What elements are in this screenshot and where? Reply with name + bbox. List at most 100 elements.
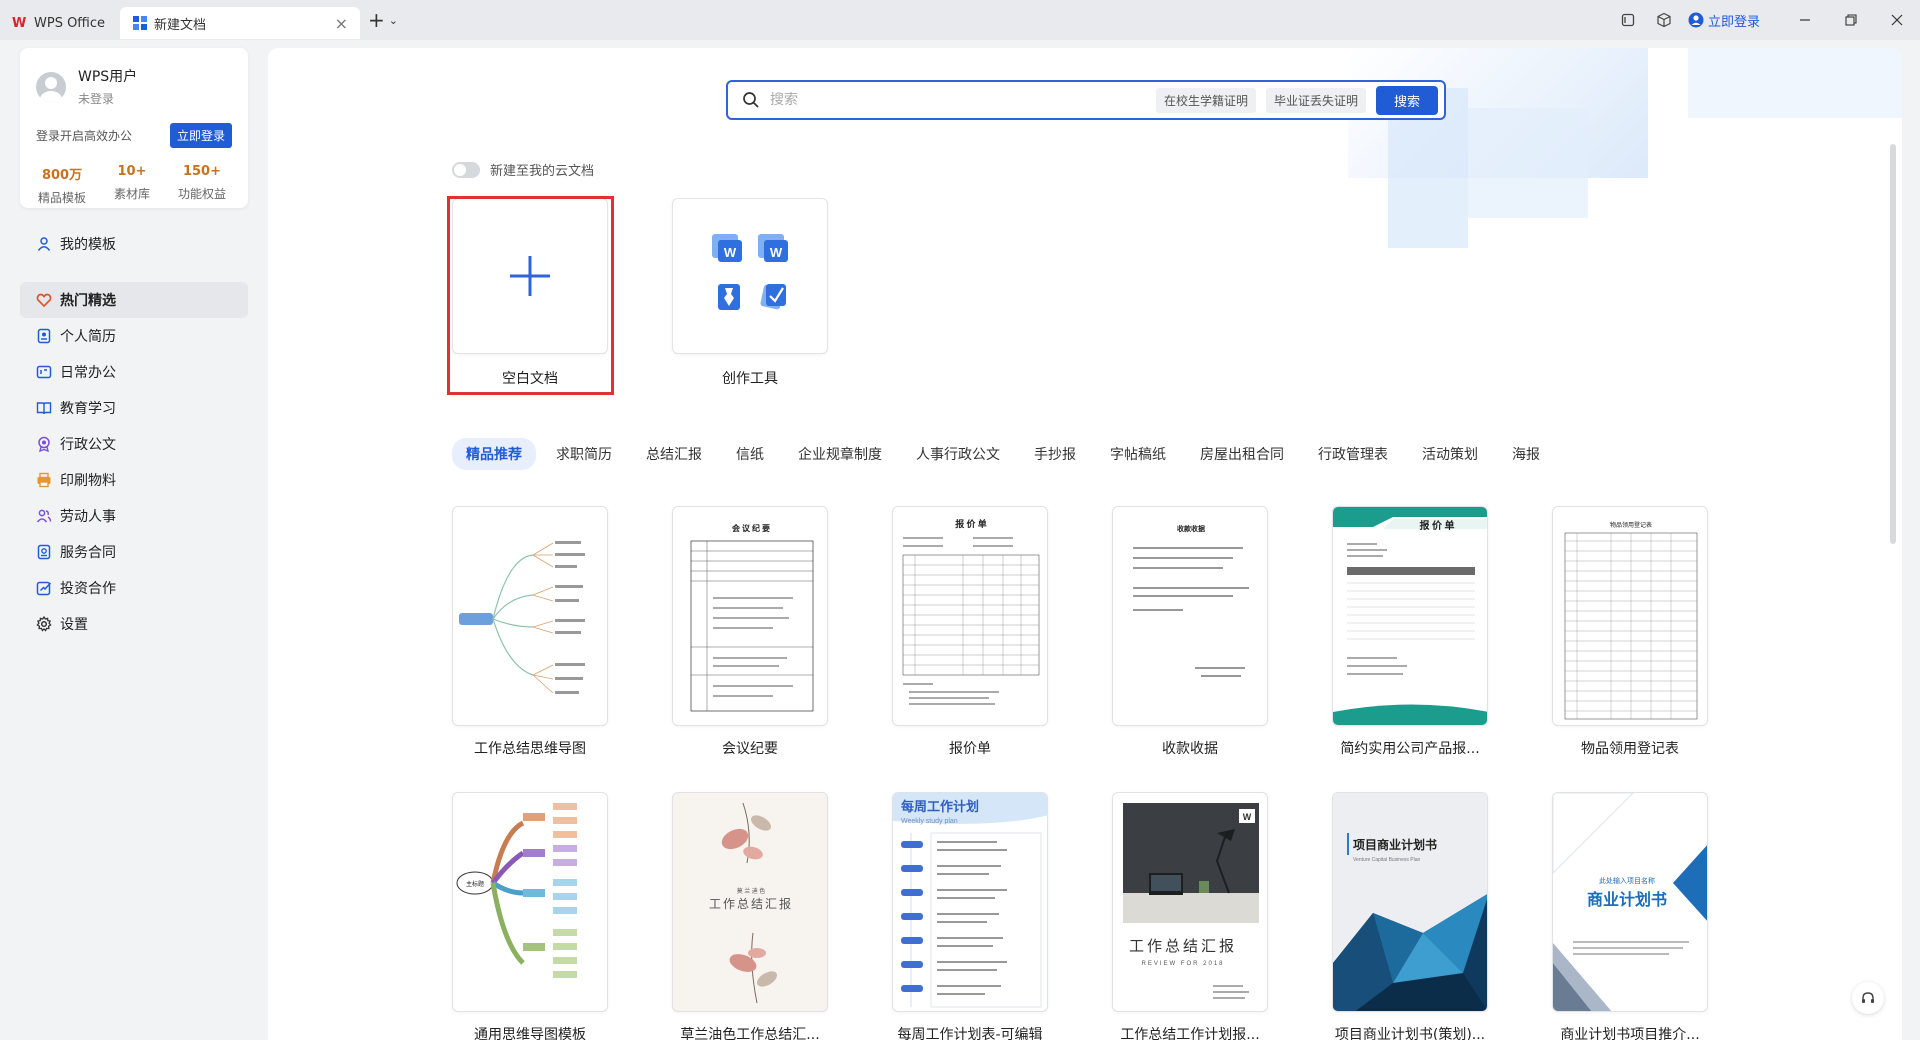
user-status: 未登录 (78, 92, 115, 106)
template-thumbnail[interactable]: 报 价 单 (892, 506, 1048, 726)
window-icon[interactable] (1612, 4, 1644, 36)
cloud-doc-toggle[interactable] (452, 161, 480, 178)
chevron-down-icon: ⌄ (388, 13, 398, 27)
sidebar-item-label: 设置 (60, 617, 88, 633)
heart-icon (36, 292, 52, 308)
close-tab-icon[interactable]: × (335, 14, 348, 33)
template-thumbnail[interactable]: 主标题 (452, 792, 608, 1012)
cloud-doc-toggle-label: 新建至我的云文档 (490, 164, 595, 179)
restore-button[interactable] (1828, 0, 1874, 40)
minimize-button[interactable] (1782, 0, 1828, 40)
sidebar-item-label: 日常办公 (60, 365, 116, 381)
sidebar-item-label: 服务合同 (60, 545, 116, 561)
sidebar-item-my-templates[interactable]: 我的模板 (20, 226, 248, 262)
template-card[interactable]: W 工作总结汇报 REVIEW FOR 2018 工作总结工作计划报... (1112, 792, 1268, 1040)
category-tab[interactable]: 企业规章制度 (784, 438, 896, 470)
template-card[interactable]: 会 议 纪 要 会议纪要 (672, 506, 828, 758)
stat-templates[interactable]: 800万 精品模板 (38, 164, 86, 206)
category-tab[interactable]: 房屋出租合同 (1186, 438, 1298, 470)
template-card[interactable]: 报 价 单 报价单 (892, 506, 1048, 758)
template-card[interactable]: 报 价 单 简约实用公司产品报... (1332, 506, 1488, 758)
template-card[interactable]: 每周工作计划 Weekly study plan 每周工作计划表-可编辑 (892, 792, 1048, 1040)
svg-text:W: W (1243, 812, 1252, 822)
scrollbar[interactable] (1890, 144, 1896, 544)
grid-icon (133, 16, 147, 30)
cube-icon[interactable] (1648, 4, 1680, 36)
template-thumbnail[interactable] (452, 506, 608, 726)
blank-document-card[interactable]: 空白文档 (452, 198, 608, 388)
template-card[interactable]: 项目商业计划书 Venture Capital Business Plan 项目… (1332, 792, 1488, 1040)
category-tab[interactable]: 海报 (1498, 438, 1554, 470)
sidebar-item-contracts[interactable]: 服务合同 (20, 534, 248, 570)
template-card[interactable]: 莫 兰 迪 色 工作总结汇报 草兰油色工作总结汇... (672, 792, 828, 1040)
wps-logo-icon: W (12, 15, 27, 31)
sidebar-item-print[interactable]: 印刷物料 (20, 462, 248, 498)
print-icon (36, 472, 52, 488)
creation-tools-label: 创作工具 (722, 371, 778, 387)
stat-benefits[interactable]: 150+ 功能权益 (178, 164, 226, 206)
template-card[interactable]: 收款收据 收款收据 (1112, 506, 1268, 758)
sidebar-item-hot[interactable]: 热门精选 (20, 282, 248, 318)
template-card[interactable]: 主标题 通用思维导图模板 (452, 792, 608, 1040)
sidebar-item-investment[interactable]: 投资合作 (20, 570, 248, 606)
customer-service-button[interactable] (1852, 982, 1884, 1014)
sidebar-item-settings[interactable]: 设置 (20, 606, 248, 642)
sidebar-item-label: 教育学习 (60, 401, 116, 417)
stat-label: 功能权益 (177, 187, 226, 201)
category-tab[interactable]: 求职简历 (542, 438, 626, 470)
template-thumbnail[interactable]: 项目商业计划书 Venture Capital Business Plan (1332, 792, 1488, 1012)
sidebar-item-education[interactable]: 教育学习 (20, 390, 248, 426)
template-thumbnail[interactable]: 此处输入项目名称 商业计划书 (1552, 792, 1708, 1012)
titlebar-login-link[interactable]: 立即登录 (1688, 11, 1760, 30)
category-tabs: 精品推荐 求职简历 总结汇报 信纸 企业规章制度 人事行政公文 手抄报 字帖稿纸… (452, 438, 1560, 470)
avatar[interactable] (36, 71, 66, 102)
category-tab[interactable]: 字帖稿纸 (1096, 438, 1180, 470)
sidebar-item-hr[interactable]: 劳动人事 (20, 498, 248, 534)
sidebar-item-resume[interactable]: 个人简历 (20, 318, 248, 354)
category-tab[interactable]: 手抄报 (1020, 438, 1090, 470)
template-thumbnail[interactable]: 报 价 单 (1332, 506, 1488, 726)
close-window-button[interactable] (1874, 0, 1920, 40)
user-stats: 800万 精品模板 10+ 素材库 150+ 功能权益 (36, 164, 232, 206)
sidebar-item-office[interactable]: 日常办公 (20, 354, 248, 390)
creation-tools-button[interactable]: W W (672, 198, 828, 354)
template-card[interactable]: 工作总结思维导图 (452, 506, 608, 758)
category-tab[interactable]: 活动策划 (1408, 438, 1492, 470)
category-tab[interactable]: 行政管理表 (1304, 438, 1402, 470)
stat-value: 10+ (117, 164, 147, 179)
template-thumbnail[interactable]: 会 议 纪 要 (672, 506, 828, 726)
template-name: 工作总结工作计划报... (1120, 1027, 1260, 1040)
template-name: 项目商业计划书(策划)... (1334, 1027, 1486, 1040)
template-card[interactable]: 物品领用登记表 物品领用登记表 (1552, 506, 1708, 758)
thumb-title: 收款收据 (1177, 524, 1205, 533)
template-thumbnail[interactable]: 物品领用登记表 (1552, 506, 1708, 726)
tab-wps-office[interactable]: W WPS Office (0, 7, 120, 39)
thumb-title: 商业计划书 (1587, 890, 1667, 909)
sidebar-item-official-docs[interactable]: 行政公文 (20, 426, 248, 462)
creation-tools-card[interactable]: W W 创作工具 (672, 198, 828, 388)
template-thumbnail[interactable]: 莫 兰 迪 色 工作总结汇报 (672, 792, 828, 1012)
new-tab-button[interactable]: + ⌄ (368, 8, 398, 32)
category-tab[interactable]: 信纸 (722, 438, 778, 470)
search-suggestion-chip[interactable]: 在校生学籍证明 (1155, 87, 1256, 113)
template-thumbnail[interactable]: W 工作总结汇报 REVIEW FOR 2018 (1112, 792, 1268, 1012)
search-input[interactable] (770, 92, 1156, 108)
login-button[interactable]: 立即登录 (169, 123, 232, 148)
stat-materials[interactable]: 10+ 素材库 (114, 164, 150, 206)
template-thumbnail[interactable]: 收款收据 (1112, 506, 1268, 726)
blank-document-button[interactable] (452, 198, 608, 354)
template-card[interactable]: 此处输入项目名称 商业计划书 商业计划书项目推介... (1552, 792, 1708, 1040)
resume-icon (36, 328, 52, 344)
category-tab[interactable]: 人事行政公文 (902, 438, 1014, 470)
template-thumbnail[interactable]: 每周工作计划 Weekly study plan (892, 792, 1048, 1012)
category-tab[interactable]: 精品推荐 (452, 438, 536, 470)
search-suggestion-chip[interactable]: 毕业证丢失证明 (1265, 87, 1366, 113)
sidebar: WPS用户 未登录 登录开启高效办公 立即登录 800万 精品模板 10+ 素材… (0, 40, 258, 1040)
search-button[interactable]: 搜索 (1375, 85, 1438, 115)
tab-new-document[interactable]: 新建文档 × (120, 7, 360, 39)
template-name: 会议纪要 (722, 741, 778, 757)
sidebar-item-label: 行政公文 (60, 437, 116, 453)
category-tab[interactable]: 总结汇报 (632, 438, 716, 470)
background-decoration (1468, 108, 1588, 218)
login-prompt: 登录开启高效办公 (36, 129, 133, 143)
